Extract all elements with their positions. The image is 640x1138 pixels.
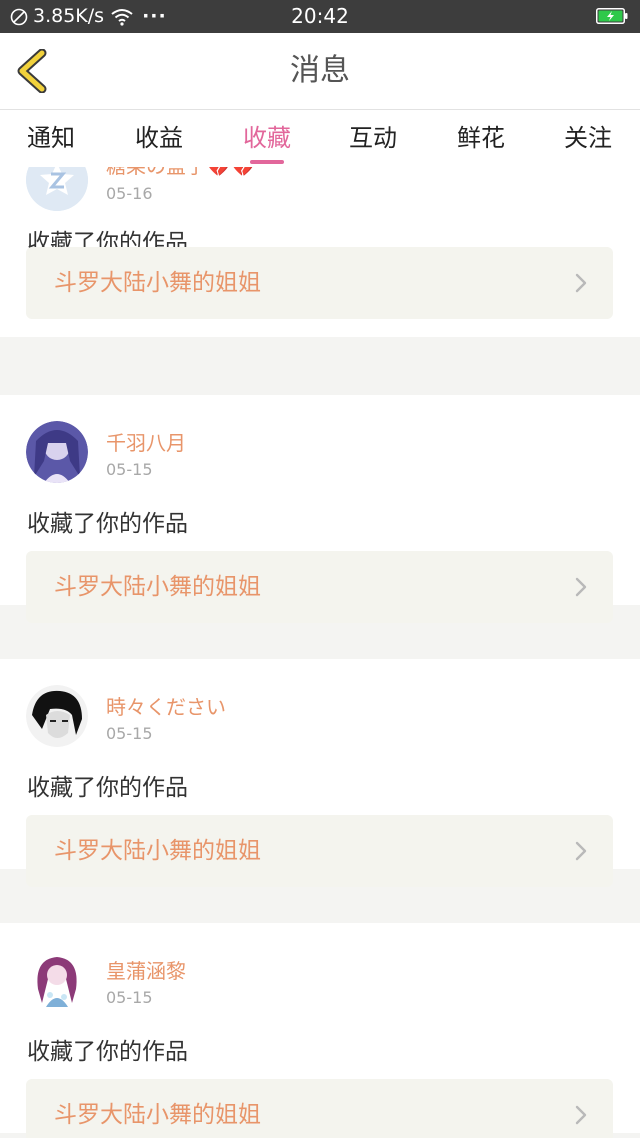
chevron-right-icon bbox=[575, 841, 587, 861]
notification-card: 糖果の盒子💔💔 05-16 收藏了你的作品 斗罗大陆小舞的姐姐 bbox=[0, 167, 640, 337]
chevron-right-icon bbox=[575, 273, 587, 293]
username[interactable]: 時々ください bbox=[106, 691, 226, 720]
chevron-right-icon bbox=[575, 1105, 587, 1125]
default-avatar-icon bbox=[26, 167, 88, 211]
work-title: 斗罗大陆小舞的姐姐 bbox=[54, 838, 261, 864]
tab-bar: 通知 收益 收藏 互动 鲜花 关注 bbox=[0, 110, 640, 167]
avatar[interactable] bbox=[26, 167, 88, 211]
tab-flowers[interactable]: 鲜花 bbox=[452, 110, 510, 167]
chevron-right-icon bbox=[575, 577, 587, 597]
app-header: 消息 bbox=[0, 33, 640, 110]
notification-card: 皇蒲涵黎 05-15 收藏了你的作品 斗罗大陆小舞的姐姐 bbox=[0, 923, 640, 1138]
work-link[interactable]: 斗罗大陆小舞的姐姐 bbox=[26, 1079, 613, 1138]
page-title: 消息 bbox=[290, 53, 350, 88]
username[interactable]: 糖果の盒子💔💔 bbox=[106, 167, 256, 179]
notification-card: 千羽八月 05-15 收藏了你的作品 斗罗大陆小舞的姐姐 bbox=[0, 395, 640, 623]
avatar[interactable] bbox=[26, 685, 88, 747]
user-avatar-icon bbox=[26, 685, 88, 747]
active-tab-indicator bbox=[250, 160, 284, 164]
work-title: 斗罗大陆小舞的姐姐 bbox=[54, 270, 261, 296]
action-text: 收藏了你的作品 bbox=[27, 1039, 188, 1065]
tab-earnings[interactable]: 收益 bbox=[130, 110, 188, 167]
action-text: 收藏了你的作品 bbox=[27, 511, 188, 537]
username[interactable]: 皇蒲涵黎 bbox=[106, 955, 186, 984]
date: 05-15 bbox=[106, 724, 153, 743]
status-bar: 3.85K/s ··· 20:42 bbox=[0, 0, 640, 33]
user-avatar-icon bbox=[26, 421, 88, 483]
tab-favorites[interactable]: 收藏 bbox=[238, 110, 296, 167]
tab-notifications[interactable]: 通知 bbox=[22, 110, 80, 167]
user-avatar-icon bbox=[26, 949, 88, 1011]
tab-following[interactable]: 关注 bbox=[559, 110, 617, 167]
work-link[interactable]: 斗罗大陆小舞的姐姐 bbox=[26, 247, 613, 319]
notification-card: 時々ください 05-15 收藏了你的作品 斗罗大陆小舞的姐姐 bbox=[0, 659, 640, 887]
work-link[interactable]: 斗罗大陆小舞的姐姐 bbox=[26, 551, 613, 623]
date: 05-16 bbox=[106, 184, 153, 203]
username[interactable]: 千羽八月 bbox=[106, 427, 186, 456]
tab-interactions[interactable]: 互动 bbox=[344, 110, 402, 167]
action-text: 收藏了你的作品 bbox=[27, 775, 188, 801]
avatar[interactable] bbox=[26, 421, 88, 483]
work-title: 斗罗大陆小舞的姐姐 bbox=[54, 1102, 261, 1128]
date: 05-15 bbox=[106, 988, 153, 1007]
date: 05-15 bbox=[106, 460, 153, 479]
avatar[interactable] bbox=[26, 949, 88, 1011]
work-title: 斗罗大陆小舞的姐姐 bbox=[54, 574, 261, 600]
notification-feed[interactable]: 糖果の盒子💔💔 05-16 收藏了你的作品 斗罗大陆小舞的姐姐 千羽八月 05-… bbox=[0, 167, 640, 1138]
battery-charging-icon bbox=[596, 8, 628, 24]
work-link[interactable]: 斗罗大陆小舞的姐姐 bbox=[26, 815, 613, 887]
clock: 20:42 bbox=[291, 4, 349, 28]
